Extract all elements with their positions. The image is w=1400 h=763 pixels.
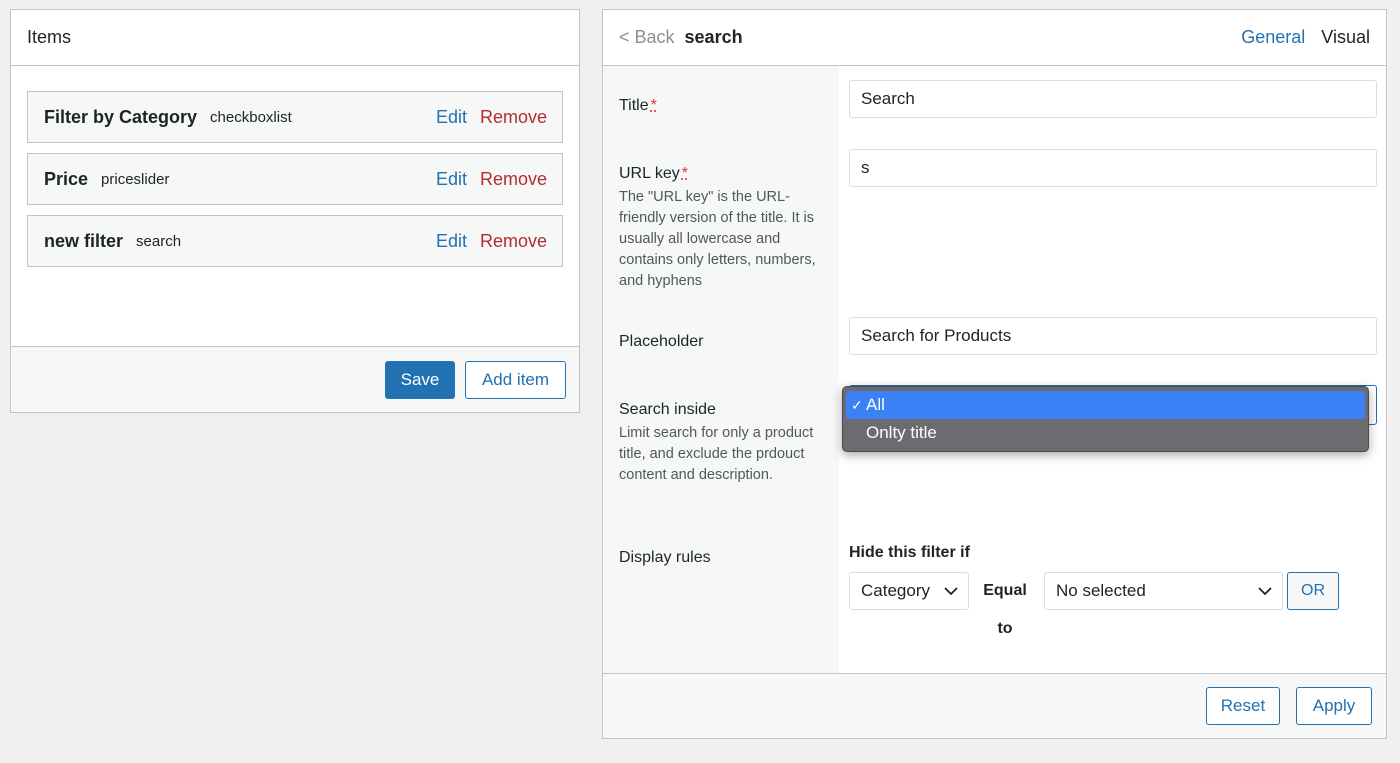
edit-link[interactable]: Edit [436,107,467,128]
checkmark-icon: ✓ [851,396,863,413]
placeholder-input[interactable] [849,317,1377,355]
required-mark: * [681,165,688,182]
apply-button[interactable]: Apply [1296,687,1372,725]
display-rules-label: Display rules [619,549,711,566]
back-link[interactable]: < Back [619,27,675,48]
placeholder-label: Placeholder [619,333,704,350]
chevron-down-icon [944,584,958,599]
add-item-button[interactable]: Add item [465,360,566,399]
required-mark: * [650,97,657,114]
rule-operator: Equal to [983,582,1027,637]
filter-editor-panel: < Back search General Visual Title* URL … [602,9,1387,739]
url-key-label: URL key * [619,165,688,182]
editor-title: search [684,27,743,47]
label-column [603,66,839,674]
title-label: Title * [619,97,657,114]
items-panel-header: Items [11,10,579,66]
remove-link[interactable]: Remove [480,169,547,190]
item-type: search [136,232,182,250]
edit-link[interactable]: Edit [436,231,467,252]
url-key-description: The "URL key" is the URL-friendly versio… [619,189,816,289]
rule-value-select[interactable]: No selected [1044,572,1283,610]
editor-header: < Back search General Visual [603,10,1386,66]
item-name: new filter [44,230,124,251]
rule-field-select[interactable]: Category [849,572,969,610]
items-panel-footer: Save Add item [11,346,579,412]
save-button[interactable]: Save [385,360,455,399]
item-type: priceslider [101,170,170,188]
remove-link[interactable]: Remove [480,107,547,128]
rules-heading: Hide this filter if [849,544,970,561]
reset-button[interactable]: Reset [1206,687,1280,725]
dropdown-option-only-title[interactable]: Onlty title [846,419,1365,447]
chevron-down-icon [1258,584,1272,599]
tab-visual[interactable]: Visual [1321,27,1370,48]
item-name: Filter by Category [44,106,198,127]
remove-link[interactable]: Remove [480,231,547,252]
search-inside-label: Search inside [619,401,716,418]
list-item: new filter search Edit Remove [27,215,563,267]
items-panel: Items Filter by Category checkboxlist Ed… [10,9,580,413]
list-item: Filter by Category checkboxlist Edit Rem… [27,91,563,143]
editor-form: Title* URL key* The "URL key" is the URL… [603,66,1386,674]
dropdown-option-all[interactable]: ✓ All [846,391,1365,419]
url-key-input[interactable] [849,149,1377,187]
items-list: Filter by Category checkboxlist Edit Rem… [27,91,563,277]
or-button[interactable]: OR [1287,572,1339,610]
edit-link[interactable]: Edit [436,169,467,190]
title-input[interactable] [849,80,1377,118]
search-inside-description: Limit search for only a product title, a… [619,425,814,483]
tab-general[interactable]: General [1241,27,1305,48]
item-type: checkboxlist [210,108,292,126]
editor-footer: Reset Apply [603,673,1386,738]
items-panel-title: Items [27,27,72,47]
search-inside-dropdown: ✓ All Onlty title [842,386,1369,452]
list-item: Price priceslider Edit Remove [27,153,563,205]
item-name: Price [44,168,89,189]
